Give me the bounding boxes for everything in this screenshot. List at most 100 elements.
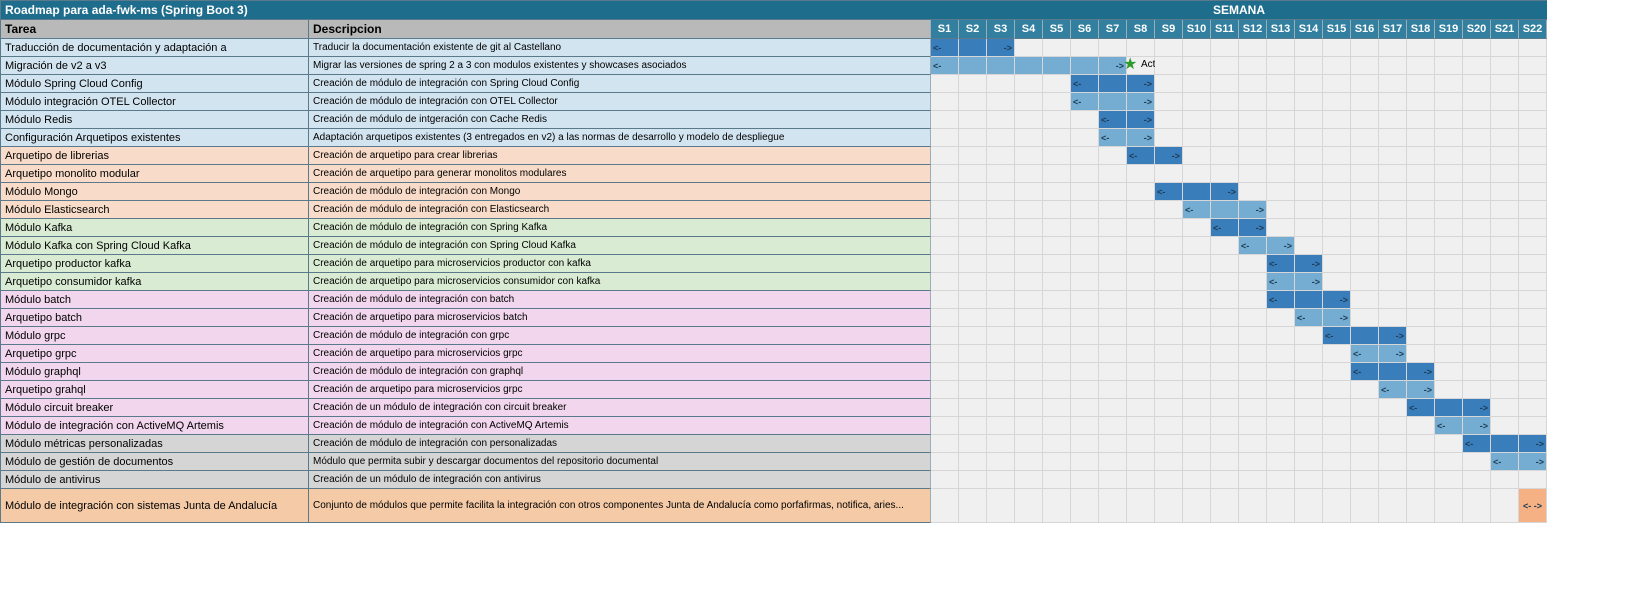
- task-desc: Creación de un módulo de integración con…: [309, 399, 931, 417]
- week-cell: [1407, 237, 1435, 255]
- week-cell: [1155, 111, 1183, 129]
- week-cell: [1435, 57, 1463, 75]
- week-cell: [1463, 363, 1491, 381]
- task-name: Módulo batch: [1, 291, 309, 309]
- week-cell: [1127, 201, 1155, 219]
- week-header-S11[interactable]: S11: [1211, 20, 1239, 39]
- week-cell: [959, 183, 987, 201]
- week-header-S19[interactable]: S19: [1435, 20, 1463, 39]
- week-cell: [1267, 219, 1295, 237]
- task-name: Módulo de integración con sistemas Junta…: [1, 489, 309, 523]
- week-cell: [1043, 255, 1071, 273]
- week-header-S13[interactable]: S13: [1267, 20, 1295, 39]
- week-cell: [1379, 435, 1407, 453]
- week-header-S6[interactable]: S6: [1071, 20, 1099, 39]
- week-cell: [1379, 489, 1407, 523]
- week-cell: [959, 75, 987, 93]
- week-cell: [931, 129, 959, 147]
- week-cell: [931, 471, 959, 489]
- week-cell: [1295, 453, 1323, 471]
- week-cell: [1239, 57, 1267, 75]
- week-cell: [1099, 453, 1127, 471]
- week-header-S4[interactable]: S4: [1015, 20, 1043, 39]
- week-cell: [1043, 489, 1071, 523]
- week-cell: [1239, 471, 1267, 489]
- week-header-S3[interactable]: S3: [987, 20, 1015, 39]
- week-header-S2[interactable]: S2: [959, 20, 987, 39]
- week-cell: [1295, 111, 1323, 129]
- week-header-S20[interactable]: S20: [1463, 20, 1491, 39]
- week-cell: [1435, 201, 1463, 219]
- week-cell: [1519, 471, 1547, 489]
- week-cell: [1015, 291, 1043, 309]
- week-cell: [1183, 111, 1211, 129]
- week-header-S9[interactable]: S9: [1155, 20, 1183, 39]
- gantt-bar: [1071, 57, 1099, 75]
- week-header-S18[interactable]: S18: [1407, 20, 1435, 39]
- gantt-bar: [959, 57, 987, 75]
- week-cell: [1267, 435, 1295, 453]
- gantt-bar: ->: [1407, 363, 1435, 381]
- week-header-S1[interactable]: S1: [931, 20, 959, 39]
- week-header-S5[interactable]: S5: [1043, 20, 1071, 39]
- week-cell: [959, 435, 987, 453]
- week-cell: [931, 219, 959, 237]
- week-cell: [1379, 399, 1407, 417]
- gantt-bar: ->: [1463, 417, 1491, 435]
- week-header-S16[interactable]: S16: [1351, 20, 1379, 39]
- gantt-bar: [1183, 183, 1211, 201]
- week-cell: [1071, 165, 1099, 183]
- week-cell: [1463, 273, 1491, 291]
- task-desc: Creación de arquetipo para microservicio…: [309, 345, 931, 363]
- week-cell: [1155, 399, 1183, 417]
- week-header-S15[interactable]: S15: [1323, 20, 1351, 39]
- week-cell: [1155, 417, 1183, 435]
- week-cell: [1239, 39, 1267, 57]
- week-cell: [1435, 147, 1463, 165]
- week-cell: [1295, 219, 1323, 237]
- week-cell: [1379, 93, 1407, 111]
- week-cell: [1211, 291, 1239, 309]
- week-cell: [959, 453, 987, 471]
- week-cell: [931, 93, 959, 111]
- week-header-S8[interactable]: S8: [1127, 20, 1155, 39]
- week-cell: [1239, 273, 1267, 291]
- week-header-S22[interactable]: S22: [1519, 20, 1547, 39]
- week-cell: [1183, 291, 1211, 309]
- week-cell: [1239, 399, 1267, 417]
- week-cell: [1295, 345, 1323, 363]
- week-cell: [1491, 111, 1519, 129]
- week-header-S10[interactable]: S10: [1183, 20, 1211, 39]
- task-name: Arquetipo grpc: [1, 345, 309, 363]
- week-cell: [1407, 147, 1435, 165]
- week-cell: [1491, 381, 1519, 399]
- week-header-S21[interactable]: S21: [1491, 20, 1519, 39]
- week-cell: [1211, 255, 1239, 273]
- week-cell: [1155, 75, 1183, 93]
- week-cell: [1071, 453, 1099, 471]
- week-cell: [1295, 129, 1323, 147]
- gantt-bar: ->: [1295, 255, 1323, 273]
- week-cell: [1183, 417, 1211, 435]
- week-cell: [1323, 147, 1351, 165]
- week-cell: [1519, 219, 1547, 237]
- week-header-S17[interactable]: S17: [1379, 20, 1407, 39]
- week-header-S14[interactable]: S14: [1295, 20, 1323, 39]
- week-cell: [1407, 471, 1435, 489]
- week-cell: [1183, 273, 1211, 291]
- week-cell: [931, 201, 959, 219]
- week-cell: [1127, 453, 1155, 471]
- week-cell: [1127, 417, 1155, 435]
- week-header-S7[interactable]: S7: [1099, 20, 1127, 39]
- week-cell: [1435, 381, 1463, 399]
- week-cell: [959, 147, 987, 165]
- week-cell: [1043, 399, 1071, 417]
- gantt-bar: <-: [1491, 453, 1519, 471]
- week-header-S12[interactable]: S12: [1239, 20, 1267, 39]
- week-cell: [1211, 327, 1239, 345]
- week-cell: [1491, 471, 1519, 489]
- week-cell: [1015, 237, 1043, 255]
- week-cell: [1127, 237, 1155, 255]
- week-cell: [1043, 381, 1071, 399]
- gantt-bar: <-: [931, 57, 959, 75]
